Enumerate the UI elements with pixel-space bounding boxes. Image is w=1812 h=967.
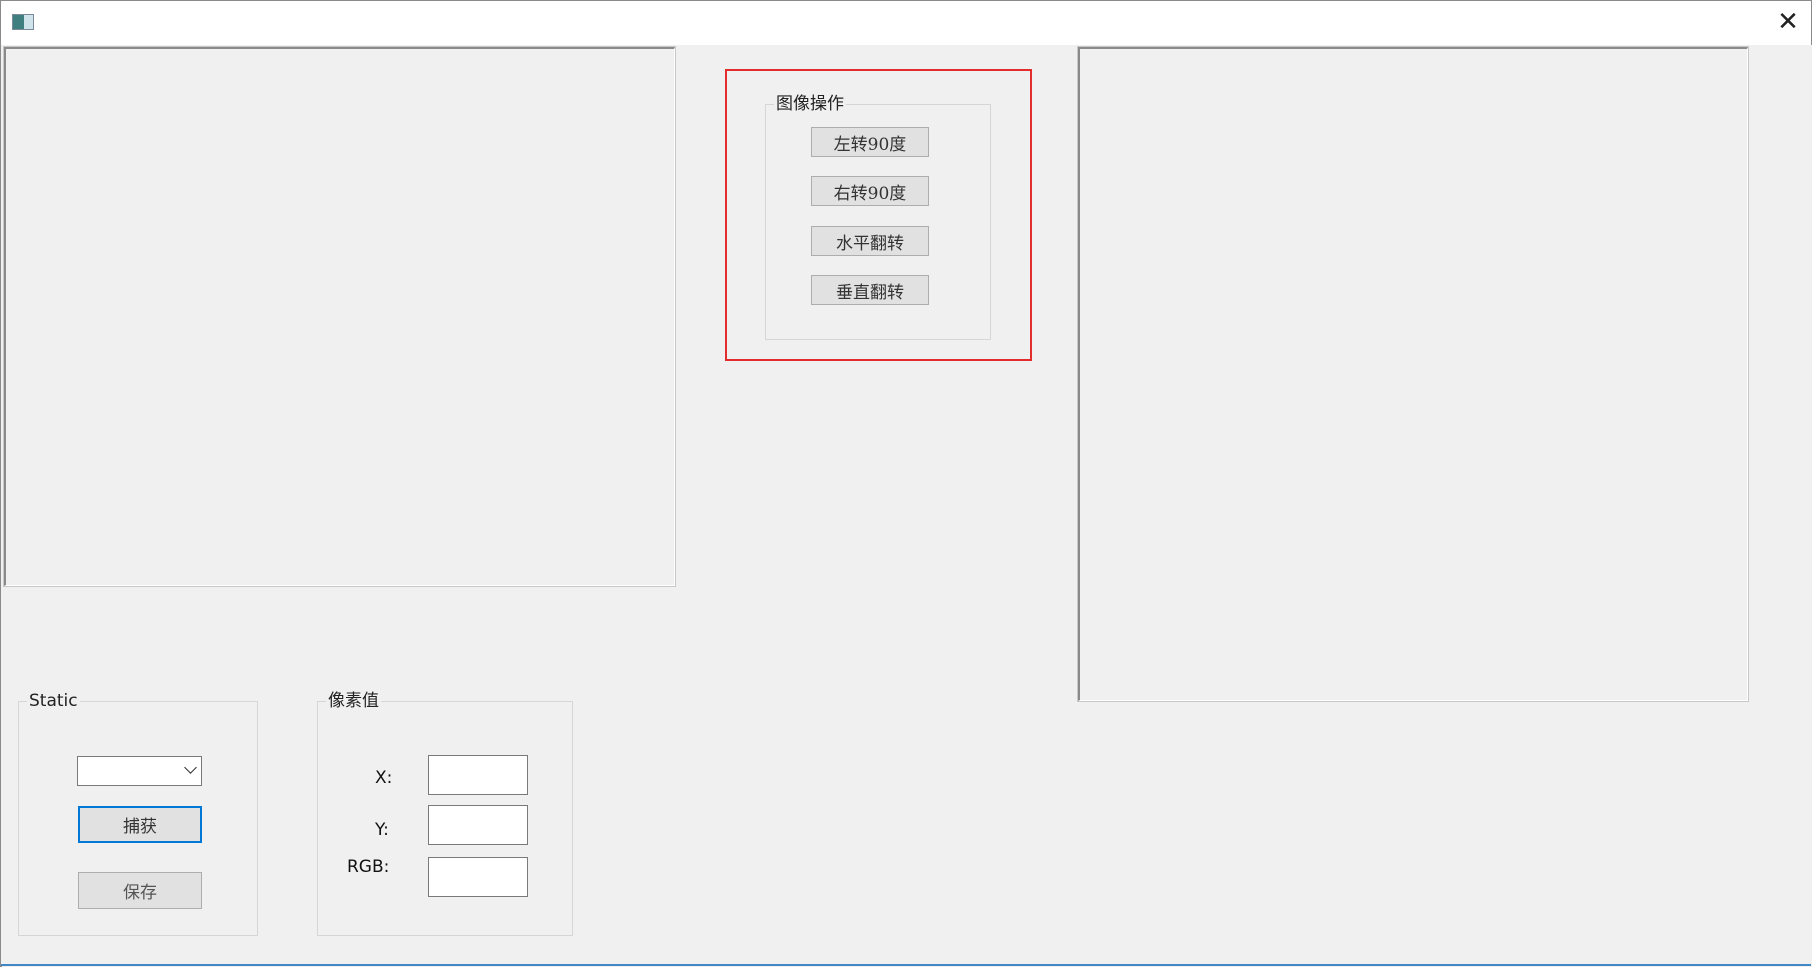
rgb-value-field[interactable] (428, 857, 528, 897)
app-window: ✕ 图像操作 左转90度 右转90度 水平翻转 垂直翻转 Static 捕获 保… (0, 0, 1812, 967)
rotate-left-90-button[interactable]: 左转90度 (811, 127, 929, 157)
x-value-field[interactable] (428, 755, 528, 795)
chevron-down-icon[interactable] (184, 761, 197, 774)
rotate-right-90-button[interactable]: 右转90度 (811, 176, 929, 206)
flip-horizontal-button[interactable]: 水平翻转 (811, 226, 929, 256)
source-image-panel (3, 46, 676, 587)
pixel-value-group-label: 像素值 (326, 691, 381, 711)
result-image-panel (1077, 46, 1749, 702)
client-area: 图像操作 左转90度 右转90度 水平翻转 垂直翻转 Static 捕获 保存 … (2, 45, 1812, 967)
y-label: Y: (375, 820, 389, 840)
y-value-field[interactable] (428, 805, 528, 845)
capture-group-label: Static (27, 691, 80, 711)
capture-button[interactable]: 捕获 (78, 806, 202, 843)
title-bar[interactable]: ✕ (1, 1, 1811, 45)
x-label: X: (375, 768, 393, 788)
rgb-label: RGB: (347, 857, 390, 877)
image-ops-group-label: 图像操作 (774, 94, 846, 114)
window-bottom-edge (1, 964, 1811, 966)
close-icon[interactable]: ✕ (1765, 1, 1811, 45)
flip-vertical-button[interactable]: 垂直翻转 (811, 275, 929, 305)
save-button[interactable]: 保存 (78, 872, 202, 909)
camera-select-combo[interactable] (77, 756, 202, 786)
app-icon (12, 14, 34, 30)
